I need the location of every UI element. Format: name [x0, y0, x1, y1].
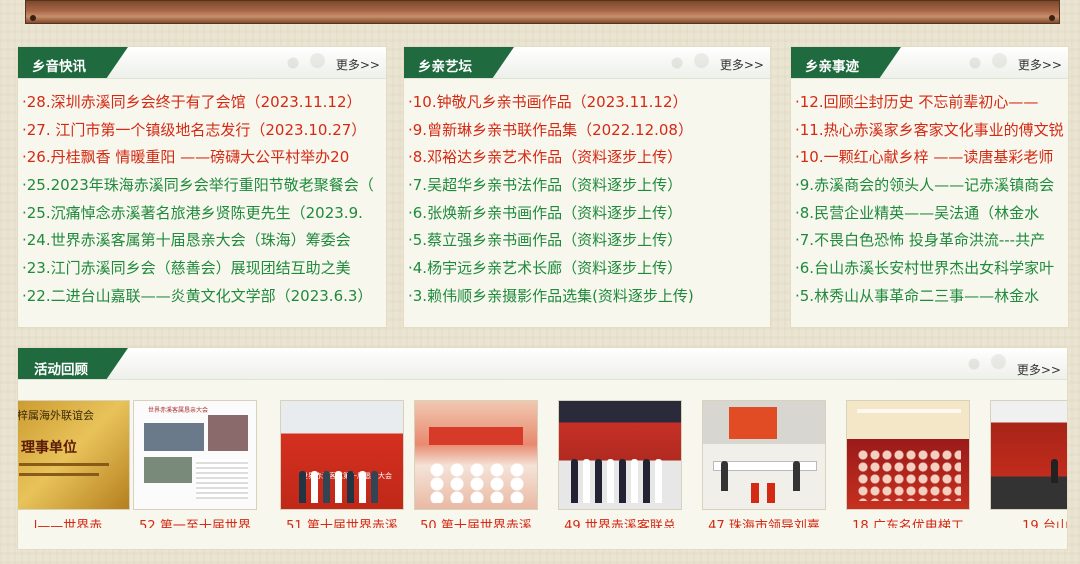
news-panel: 乡音快讯 更多>> ·28.深圳赤溪同乡会终于有了会馆（2023.11.12） ·… [17, 46, 387, 328]
deeds-list: ·12.回顾尘封历史 不忘前辈初心—— ·11.热心赤溪家乡客家文化事业的傅文锐 ·… [791, 79, 1068, 311]
gallery-caption: 49.世界赤溪客联总 [564, 519, 676, 528]
news-link[interactable]: ·6.台山赤溪长安村世界杰出女科学家叶 [795, 255, 1068, 283]
news-link[interactable]: ·7.吴超华乡亲书法作品（资料逐步上传） [408, 172, 770, 200]
gallery-item[interactable]: 世界赤溪客属第十届恳亲大会 51.第十届世界赤溪 [280, 400, 404, 528]
news-link[interactable]: ·22.二进台山嘉联——炎黄文化文学部（2023.6.3） [22, 283, 386, 311]
gallery-caption: l——世界赤 [33, 519, 103, 528]
news-link[interactable]: ·27. 江门市第一个镇级地名志发行（2023.10.27） [22, 117, 386, 145]
gallery-item[interactable]: 19.台山市 [990, 400, 1067, 528]
news-link[interactable]: ·23.江门赤溪同乡会（慈善会）展现团结互助之美 [22, 255, 386, 283]
thumb-text: 理事单位 [21, 440, 77, 456]
news-link[interactable]: ·10.一颗红心献乡梓 ——读唐基彩老师 [795, 144, 1068, 172]
news-link[interactable]: ·10.钟敬凡乡亲书画作品（2023.11.12） [408, 89, 770, 117]
news-link[interactable]: ·3.赖伟顺乡亲摄影作品选集(资料逐步上传) [408, 283, 770, 311]
news-link[interactable]: ·26.丹桂飘香 情暖重阳 ——磅礴大公平村举办20 [22, 144, 386, 172]
more-link[interactable]: 更多>> [1017, 361, 1061, 378]
art-panel: 乡亲艺坛 更多>> ·10.钟敬凡乡亲书画作品（2023.11.12） ·9.曾新… [403, 46, 771, 328]
banner-corner-dot [1049, 15, 1055, 21]
gallery-caption: 50.第十届世界赤溪 [420, 519, 532, 528]
swirl-decoration-icon [272, 51, 342, 75]
more-link[interactable]: 更多>> [1018, 56, 1062, 73]
news-link[interactable]: ·5.林秀山从事革命二三事——林金水 [795, 283, 1068, 311]
news-link[interactable]: ·12.回顾尘封历史 不忘前辈初心—— [795, 89, 1068, 117]
gallery-thumbnail: 世界赤溪客属恳亲大会 [133, 400, 257, 510]
gallery-item[interactable]: 18.广东名优电梯工 [846, 400, 970, 528]
gallery-thumbnail [846, 400, 970, 510]
panel-header: 乡音快讯 更多>> [18, 47, 386, 79]
news-link[interactable]: ·8.民营企业精英——吴法通（林金水 [795, 200, 1068, 228]
news-link[interactable]: ·7.不畏白色恐怖 投身革命洪流---共产 [795, 227, 1068, 255]
more-link[interactable]: 更多>> [720, 56, 764, 73]
panel-header: 乡亲事迹 更多>> [791, 47, 1068, 79]
news-list: ·28.深圳赤溪同乡会终于有了会馆（2023.11.12） ·27. 江门市第一个… [18, 79, 386, 311]
gallery-thumbnail: 梓属海外联谊会 理事单位 [18, 400, 130, 510]
panel-title: 活动回顾 [34, 362, 88, 378]
photo-gallery: 梓属海外联谊会 理事单位 l——世界赤 世界赤溪客属恳亲大会 52.第一至十届世… [18, 400, 1067, 528]
news-link[interactable]: ·9.赤溪商会的领头人——记赤溪镇商会 [795, 172, 1068, 200]
gallery-item[interactable]: 梓属海外联谊会 理事单位 l——世界赤 [18, 400, 130, 528]
news-link[interactable]: ·6.张焕新乡亲书画作品（资料逐步上传） [408, 200, 770, 228]
more-link[interactable]: 更多>> [336, 56, 380, 73]
gallery-caption: 18.广东名优电梯工 [852, 519, 964, 528]
gallery-item[interactable]: 47.珠海市领导刘嘉 [702, 400, 826, 528]
gallery-caption: 47.珠海市领导刘嘉 [708, 519, 820, 528]
news-link[interactable]: ·28.深圳赤溪同乡会终于有了会馆（2023.11.12） [22, 89, 386, 117]
gallery-caption: 51.第十届世界赤溪 [286, 519, 398, 528]
gallery-item[interactable]: 49.世界赤溪客联总 [558, 400, 682, 528]
swirl-decoration-icon [954, 51, 1024, 75]
swirl-decoration-icon [953, 352, 1023, 376]
art-list: ·10.钟敬凡乡亲书画作品（2023.11.12） ·9.曾新琳乡亲书联作品集（2… [404, 79, 770, 311]
news-link[interactable]: ·11.热心赤溪家乡客家文化事业的傅文锐 [795, 117, 1068, 145]
panel-title: 乡亲艺坛 [418, 59, 472, 75]
panel-title: 乡音快讯 [32, 59, 86, 75]
gallery-item[interactable]: 世界赤溪客属恳亲大会 52.第一至十届世界 [133, 400, 257, 528]
gallery-thumbnail [990, 400, 1067, 510]
news-link[interactable]: ·24.世界赤溪客属第十届恳亲大会（珠海）筹委会 [22, 227, 386, 255]
deeds-panel: 乡亲事迹 更多>> ·12.回顾尘封历史 不忘前辈初心—— ·11.热心赤溪家乡客… [790, 46, 1069, 328]
gallery-thumbnail [702, 400, 826, 510]
gallery-thumbnail [414, 400, 538, 510]
news-link[interactable]: ·8.邓裕达乡亲艺术作品（资料逐步上传） [408, 144, 770, 172]
panel-header: 活动回顾 更多>> [18, 348, 1067, 380]
top-banner-image [25, 0, 1060, 24]
thumb-text: 梓属海外联谊会 [18, 409, 94, 422]
gallery-caption: 19.台山市 [1022, 519, 1067, 528]
gallery-thumbnail: 世界赤溪客属第十届恳亲大会 [280, 400, 404, 510]
gallery-caption: 52.第一至十届世界 [139, 519, 251, 528]
panel-title: 乡亲事迹 [805, 59, 859, 75]
news-link[interactable]: ·25.沉痛悼念赤溪著名旅港乡贤陈更先生（2023.9. [22, 200, 386, 228]
review-panel: 活动回顾 更多>> 梓属海外联谊会 理事单位 l——世界赤 世界赤溪客属恳亲大会… [17, 347, 1068, 550]
panel-header: 乡亲艺坛 更多>> [404, 47, 770, 79]
gallery-thumbnail [558, 400, 682, 510]
banner-corner-dot [30, 15, 36, 21]
news-link[interactable]: ·25.2023年珠海赤溪同乡会举行重阳节敬老聚餐会（ [22, 172, 386, 200]
news-link[interactable]: ·4.杨宇远乡亲艺术长廊（资料逐步上传） [408, 255, 770, 283]
thumb-text: 世界赤溪客属恳亲大会 [148, 407, 209, 414]
news-link[interactable]: ·5.蔡立强乡亲书画作品（资料逐步上传） [408, 227, 770, 255]
swirl-decoration-icon [656, 51, 726, 75]
news-link[interactable]: ·9.曾新琳乡亲书联作品集（2022.12.08） [408, 117, 770, 145]
gallery-item[interactable]: 50.第十届世界赤溪 [414, 400, 538, 528]
